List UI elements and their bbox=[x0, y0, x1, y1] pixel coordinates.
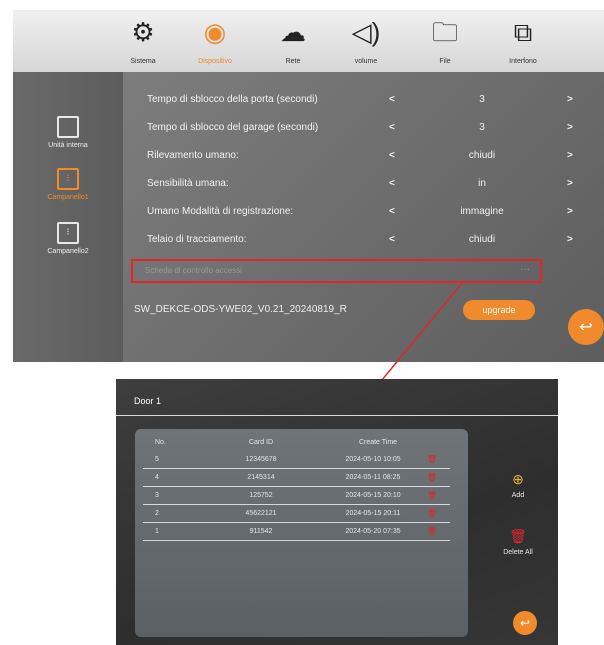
divider bbox=[116, 415, 558, 416]
setting-garage-unlock-time: Tempo di sblocco del garage (secondi) < … bbox=[147, 118, 573, 138]
setting-door-unlock-time: Tempo di sblocco della porta (secondi) <… bbox=[147, 90, 573, 110]
back-icon[interactable]: ↩ bbox=[568, 309, 604, 345]
trash-icon[interactable]: 🗑 bbox=[426, 469, 438, 486]
folder-icon: 🗀 bbox=[431, 17, 458, 47]
next-arrow-icon[interactable]: > bbox=[567, 174, 573, 194]
sidebar-item-campanello2[interactable]: ⁝ Campanello2 bbox=[13, 222, 123, 255]
table-header: No. Card ID Create Time bbox=[155, 439, 398, 446]
doorbell-icon: ⁝ bbox=[57, 168, 79, 190]
sidebar-item-campanello1[interactable]: ⁝ Campanello1 bbox=[13, 168, 123, 201]
access-control-label: Scheda di controllo accessi bbox=[145, 266, 242, 275]
cloud-network-icon: ☁ bbox=[280, 17, 306, 47]
tab-sistema[interactable]: ⚙ Sistema bbox=[113, 16, 173, 72]
speaker-icon: ◁) bbox=[351, 17, 381, 47]
table-row[interactable]: 4 2145314 2024-05-11 08:25 🗑 bbox=[143, 469, 450, 487]
add-circle-icon: ⊕ bbox=[512, 471, 524, 487]
monitor-icon bbox=[57, 116, 79, 138]
prev-arrow-icon[interactable]: < bbox=[389, 230, 395, 250]
more-icon: ··· bbox=[520, 264, 530, 275]
doorbell-icon: ⁝ bbox=[57, 222, 79, 244]
top-tab-bar: ⚙ Sistema ◉ Dispositivo ☁ Rete ◁) volume… bbox=[13, 10, 604, 72]
table-row[interactable]: 5 12345678 2024-05-10 10:05 🗑 bbox=[143, 451, 450, 469]
access-control-row-highlight[interactable]: Scheda di controllo accessi ··· bbox=[131, 259, 542, 283]
next-arrow-icon[interactable]: > bbox=[567, 202, 573, 222]
table-row[interactable]: 2 45622121 2024-05-15 20:11 🗑 bbox=[143, 505, 450, 523]
card-list-panel: No. Card ID Create Time 5 12345678 2024-… bbox=[135, 429, 468, 637]
next-arrow-icon[interactable]: > bbox=[567, 90, 573, 110]
prev-arrow-icon[interactable]: < bbox=[389, 174, 395, 194]
tab-interfono[interactable]: ⧉ Interfono bbox=[493, 16, 553, 72]
next-arrow-icon[interactable]: > bbox=[567, 118, 573, 138]
sidebar-item-unita-interna[interactable]: Unità interna bbox=[13, 116, 123, 149]
settings-list: Tempo di sblocco della porta (secondi) <… bbox=[123, 72, 604, 362]
upgrade-button[interactable]: upgrade bbox=[463, 300, 535, 320]
prev-arrow-icon[interactable]: < bbox=[389, 146, 395, 166]
table-row[interactable]: 1 911542 2024-05-20 07:35 🗑 bbox=[143, 523, 450, 541]
prev-arrow-icon[interactable]: < bbox=[389, 90, 395, 110]
setting-human-detection: Rilevamento umano: < chiudi > bbox=[147, 146, 573, 166]
prev-arrow-icon[interactable]: < bbox=[389, 202, 395, 222]
webcam-icon: ◉ bbox=[203, 17, 227, 47]
tab-volume[interactable]: ◁) volume bbox=[336, 16, 396, 72]
prev-arrow-icon[interactable]: < bbox=[389, 118, 395, 138]
firmware-version: SW_DEKCE-ODS-YWE02_V0.21_20240819_R bbox=[134, 304, 347, 315]
next-arrow-icon[interactable]: > bbox=[567, 146, 573, 166]
setting-recording-mode: Umano Modalità di registrazione: < immag… bbox=[147, 202, 573, 222]
table-row[interactable]: 3 125752 2024-05-15 20:10 🗑 bbox=[143, 487, 450, 505]
gear-icon: ⚙ bbox=[131, 17, 155, 47]
trash-icon[interactable]: 🗑 bbox=[426, 487, 438, 504]
tab-file[interactable]: 🗀 File bbox=[415, 16, 475, 72]
device-sidebar: Unità interna ⁝ Campanello1 ⁝ Campanello… bbox=[13, 72, 123, 362]
intercom-screens-icon: ⧉ bbox=[513, 17, 533, 47]
next-arrow-icon[interactable]: > bbox=[567, 230, 573, 250]
back-icon[interactable]: ↩ bbox=[513, 611, 537, 635]
tab-dispositivo[interactable]: ◉ Dispositivo bbox=[185, 16, 245, 72]
trash-icon: 🗑 bbox=[509, 528, 527, 544]
add-button[interactable]: ⊕ Add bbox=[488, 471, 548, 499]
trash-icon[interactable]: 🗑 bbox=[426, 523, 438, 540]
tab-rete[interactable]: ☁ Rete bbox=[263, 16, 323, 72]
setting-tracking-frame: Telaio di tracciamento: < chiudi > bbox=[147, 230, 573, 250]
setting-human-sensitivity: Sensibilità umana: < in > bbox=[147, 174, 573, 194]
delete-all-button[interactable]: 🗑 Delete All bbox=[488, 528, 548, 556]
page-title: Door 1 bbox=[134, 396, 162, 406]
trash-icon[interactable]: 🗑 bbox=[426, 451, 438, 468]
trash-icon[interactable]: 🗑 bbox=[426, 505, 438, 522]
